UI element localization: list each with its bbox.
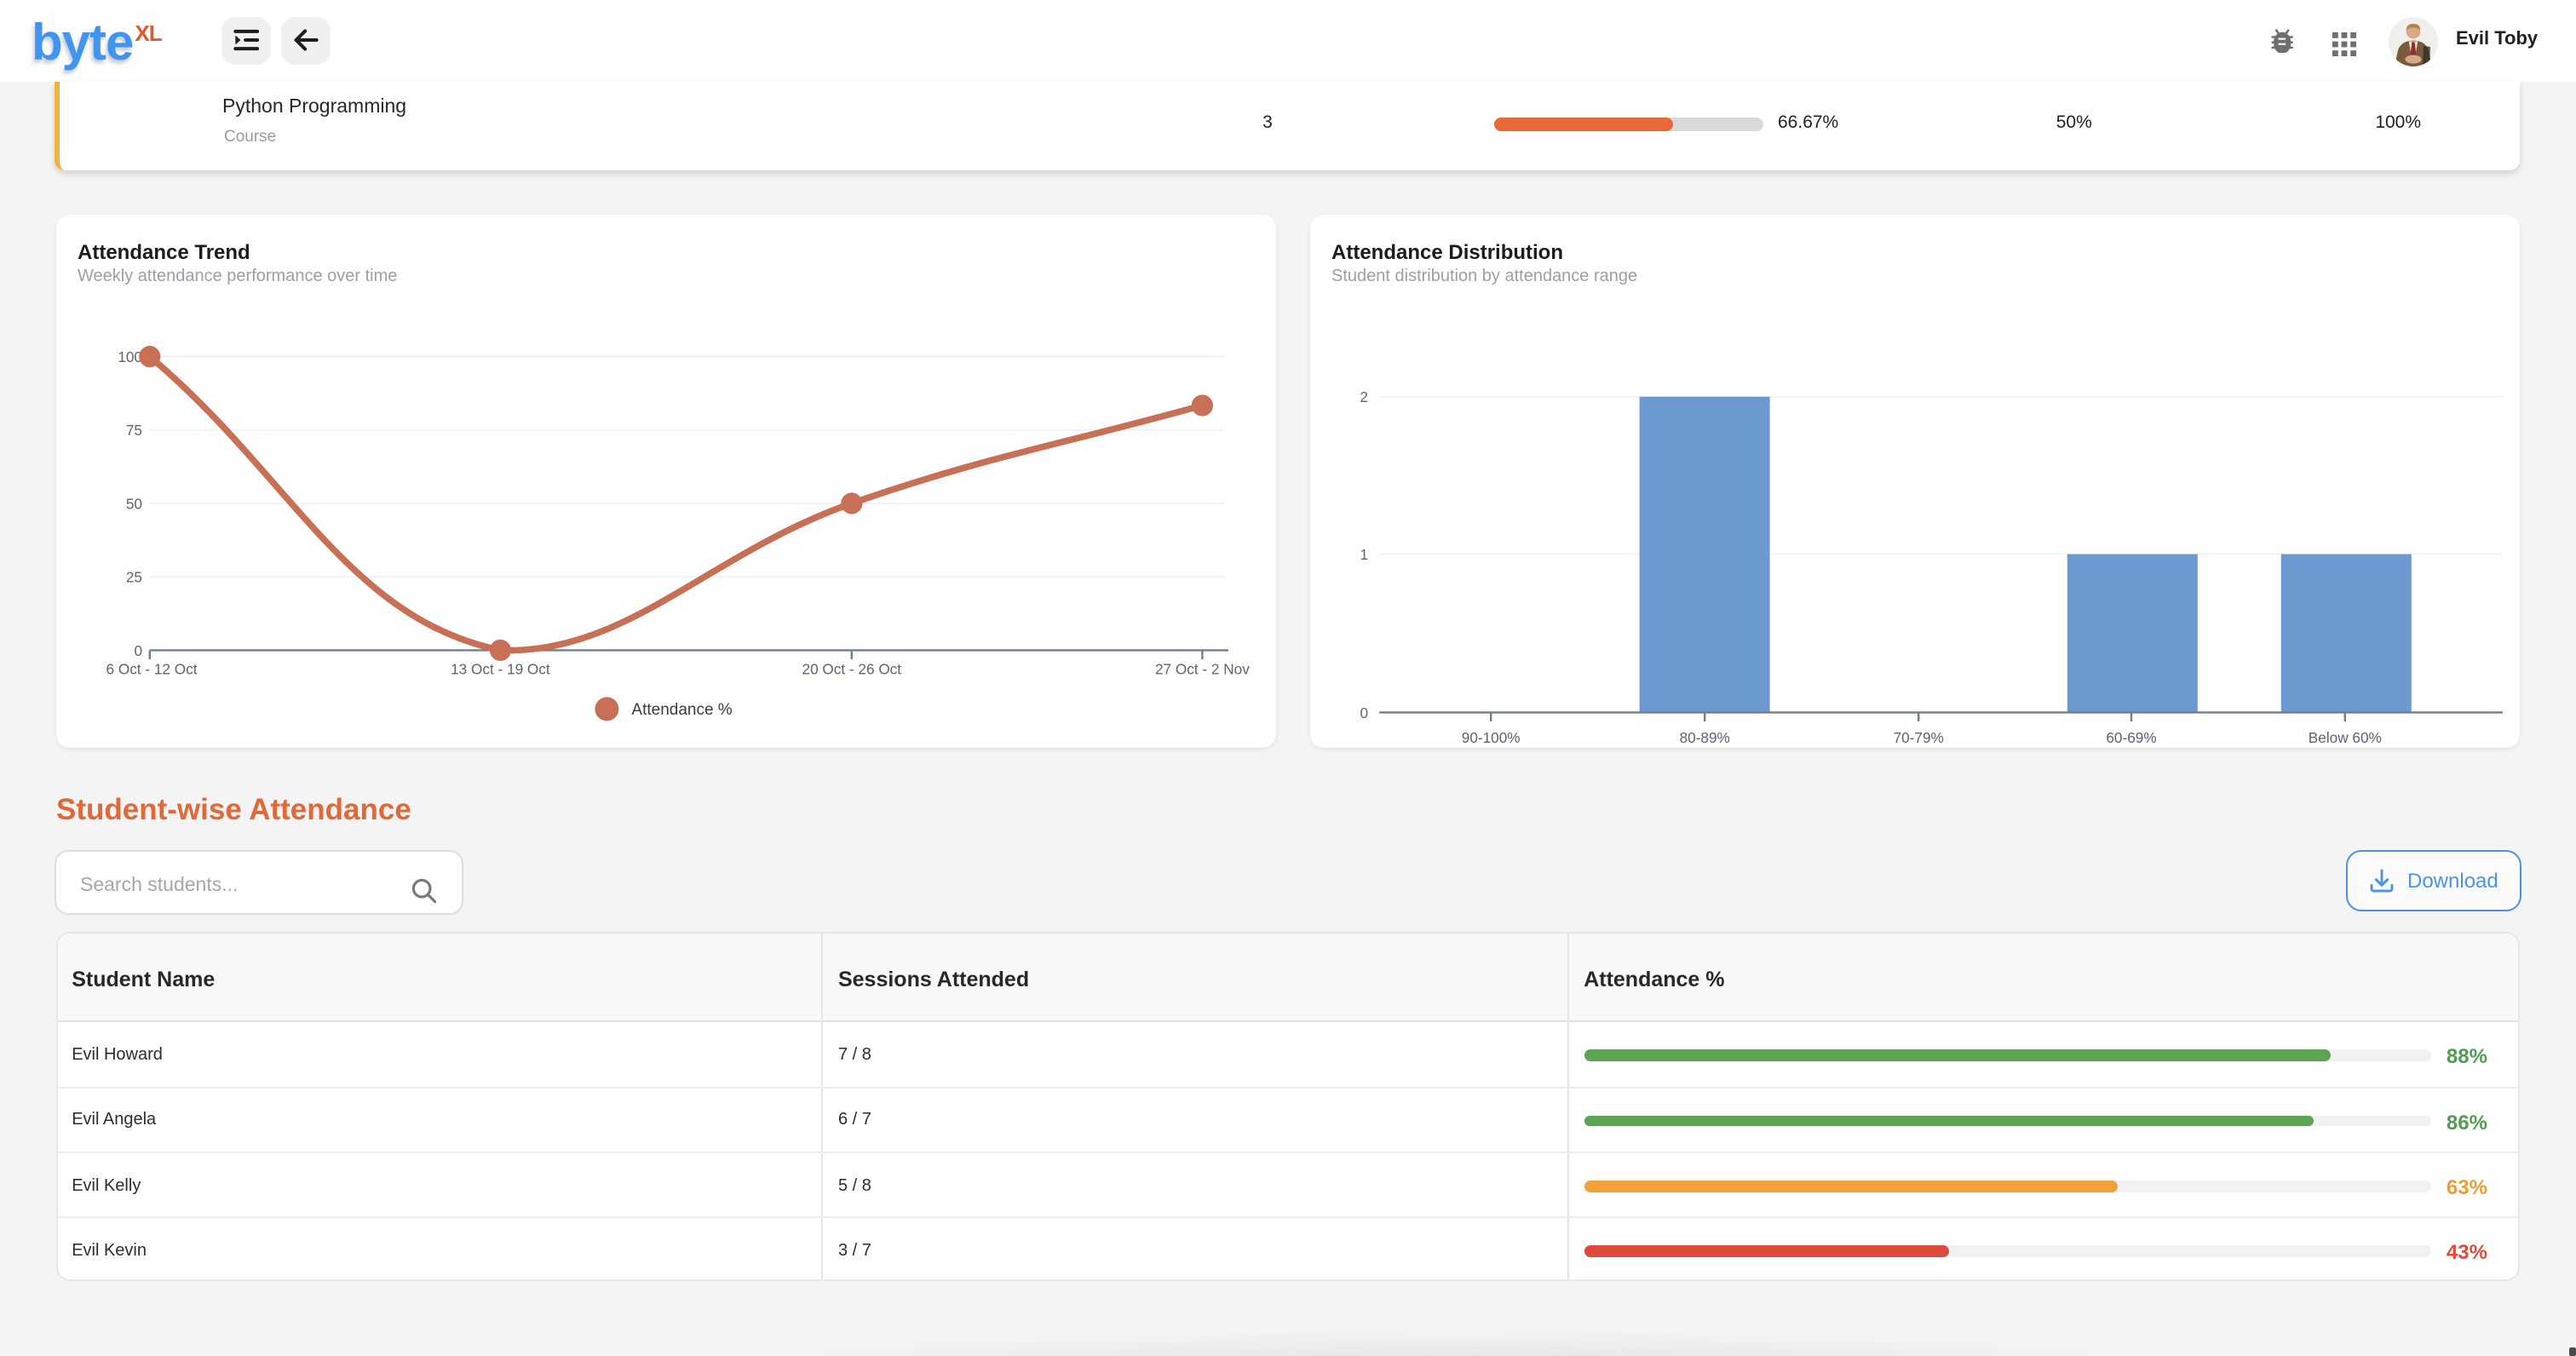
svg-text:20 Oct - 26 Oct: 20 Oct - 26 Oct bbox=[802, 659, 902, 676]
svg-text:75: 75 bbox=[126, 421, 142, 438]
svg-text:100: 100 bbox=[118, 348, 142, 365]
svg-text:60-69%: 60-69% bbox=[2106, 728, 2156, 745]
svg-text:2: 2 bbox=[1360, 388, 1368, 405]
svg-text:90-100%: 90-100% bbox=[1462, 728, 1521, 745]
svg-text:Below 60%: Below 60% bbox=[2309, 728, 2382, 745]
svg-text:50: 50 bbox=[126, 494, 142, 511]
svg-text:6 Oct - 12 Oct: 6 Oct - 12 Oct bbox=[106, 659, 198, 676]
svg-text:0: 0 bbox=[134, 641, 142, 658]
svg-text:1: 1 bbox=[1360, 545, 1368, 562]
svg-text:27 Oct - 2 Nov: 27 Oct - 2 Nov bbox=[1155, 659, 1250, 676]
svg-text:13 Oct - 19 Oct: 13 Oct - 19 Oct bbox=[451, 659, 550, 676]
svg-text:80-89%: 80-89% bbox=[1680, 728, 1730, 745]
svg-text:70-79%: 70-79% bbox=[1894, 728, 1944, 745]
svg-text:0: 0 bbox=[1360, 704, 1368, 721]
svg-text:Attendance %: Attendance % bbox=[631, 700, 732, 718]
svg-text:25: 25 bbox=[126, 568, 142, 585]
